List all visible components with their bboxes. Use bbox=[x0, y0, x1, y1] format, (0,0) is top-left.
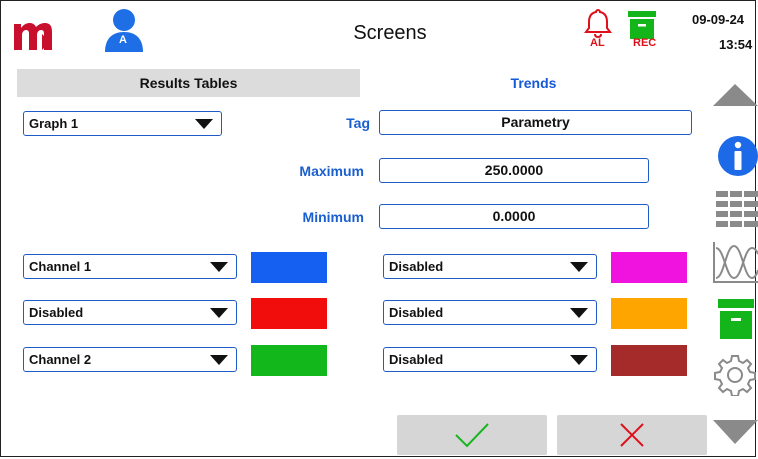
graph-select-value: Graph 1 bbox=[29, 116, 79, 131]
tag-field[interactable]: Parametry bbox=[379, 110, 692, 135]
channel-select-value: Disabled bbox=[389, 352, 444, 367]
maximum-field[interactable]: 250.0000 bbox=[379, 158, 649, 183]
channel-select-value: Disabled bbox=[29, 305, 84, 320]
chevron-down-icon bbox=[570, 308, 588, 318]
channel-select-value: Disabled bbox=[389, 259, 444, 274]
color-swatch-right-2[interactable] bbox=[611, 298, 687, 329]
tab-trends[interactable]: Trends bbox=[361, 69, 706, 97]
tag-label: Tag bbox=[346, 115, 370, 131]
date-display: 09-09-24 bbox=[692, 12, 745, 27]
color-swatch-left-2[interactable] bbox=[251, 298, 327, 329]
channel-select-right-2[interactable]: Disabled bbox=[383, 300, 597, 325]
channel-select-left-1[interactable]: Channel 1 bbox=[23, 254, 237, 279]
color-swatch-left-1[interactable] bbox=[251, 252, 327, 283]
channel-select-value: Disabled bbox=[389, 305, 444, 320]
channel-select-right-1[interactable]: Disabled bbox=[383, 254, 597, 279]
channel-select-left-3[interactable]: Channel 2 bbox=[23, 347, 237, 372]
table-icon[interactable] bbox=[716, 191, 758, 227]
chevron-down-icon bbox=[195, 119, 213, 129]
channel-select-value: Channel 1 bbox=[29, 259, 92, 274]
chevron-down-icon bbox=[570, 355, 588, 365]
chevron-down-icon bbox=[210, 262, 228, 272]
confirm-button[interactable] bbox=[397, 415, 547, 455]
color-swatch-right-1[interactable] bbox=[611, 252, 687, 283]
chevron-down-icon bbox=[570, 262, 588, 272]
channel-select-value: Channel 2 bbox=[29, 352, 92, 367]
scroll-down-icon[interactable] bbox=[713, 420, 758, 444]
channel-select-right-3[interactable]: Disabled bbox=[383, 347, 597, 372]
trend-graph-icon[interactable] bbox=[712, 240, 758, 284]
chevron-down-icon bbox=[210, 355, 228, 365]
close-icon bbox=[620, 423, 644, 447]
settings-icon[interactable] bbox=[714, 354, 756, 396]
color-swatch-right-3[interactable] bbox=[611, 345, 687, 376]
time-display: 13:54 bbox=[719, 37, 753, 52]
channel-select-left-2[interactable]: Disabled bbox=[23, 300, 237, 325]
minimum-field[interactable]: 0.0000 bbox=[379, 204, 649, 229]
rec-archive-icon[interactable] bbox=[628, 11, 656, 39]
chevron-down-icon bbox=[210, 308, 228, 318]
archive-icon[interactable] bbox=[718, 299, 754, 339]
rec-label: REC bbox=[633, 37, 657, 49]
tab-results-tables[interactable]: Results Tables bbox=[17, 69, 360, 97]
scroll-up-icon[interactable] bbox=[713, 84, 758, 106]
color-swatch-left-3[interactable] bbox=[251, 345, 327, 376]
graph-select[interactable]: Graph 1 bbox=[23, 111, 222, 136]
alarm-label: AL bbox=[590, 37, 605, 49]
minimum-label: Minimum bbox=[302, 209, 364, 225]
checkmark-icon bbox=[455, 423, 489, 448]
info-icon[interactable] bbox=[716, 136, 758, 176]
cancel-button[interactable] bbox=[557, 415, 707, 455]
maximum-label: Maximum bbox=[299, 163, 364, 179]
alarm-bell-icon[interactable] bbox=[584, 8, 612, 38]
